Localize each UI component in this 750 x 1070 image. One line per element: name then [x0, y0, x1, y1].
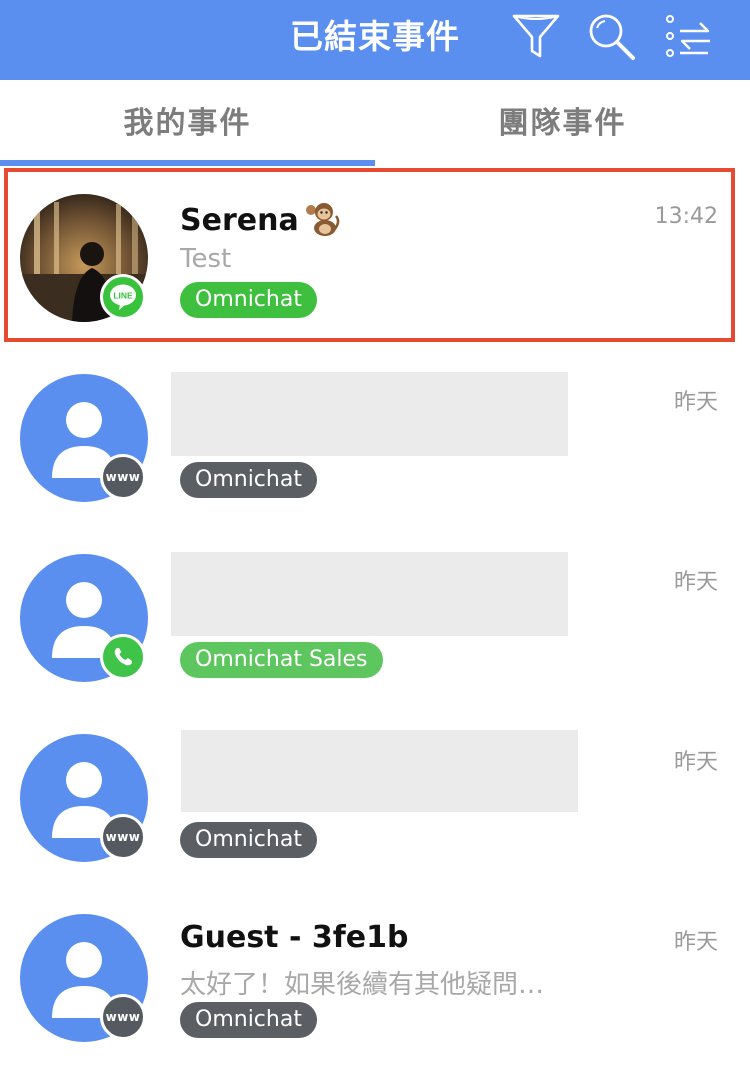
filter-icon[interactable] [510, 10, 562, 62]
timestamp: 昨天 [673, 570, 718, 595]
web-icon: www [100, 994, 146, 1040]
conversation-row[interactable]: www 昨天 Omnichat [0, 710, 750, 890]
channel-tag: Omnichat [180, 1002, 317, 1038]
web-icon: www [100, 454, 146, 500]
conversation-row[interactable]: LINE Serena Test 13:42 Omnichat [0, 170, 750, 350]
tab-my-events[interactable]: 我的事件 [0, 80, 375, 166]
whatsapp-icon [100, 634, 146, 680]
contact-name: Serena [180, 200, 341, 238]
channel-tag: Omnichat [180, 282, 317, 318]
timestamp: 13:42 [654, 204, 718, 229]
tab-bar: 我的事件 團隊事件 [0, 80, 750, 166]
channel-tag: Omnichat [180, 822, 317, 858]
redacted-content [181, 730, 578, 812]
monkey-emoji-icon [301, 200, 341, 236]
timestamp: 昨天 [673, 750, 718, 775]
tab-team-events[interactable]: 團隊事件 [375, 80, 750, 166]
timestamp: 昨天 [673, 930, 718, 955]
conversation-row[interactable]: www Guest - 3fe1b 太好了！如果後續有其他疑問… 昨天 Omni… [0, 890, 750, 1070]
redacted-content [171, 372, 568, 456]
channel-tag: Omnichat Sales [180, 642, 383, 678]
line-icon: LINE [100, 274, 146, 320]
sort-settings-icon[interactable] [662, 10, 714, 62]
contact-name: Guest - 3fe1b [180, 920, 409, 955]
svg-text:LINE: LINE [113, 291, 133, 301]
search-icon[interactable] [585, 10, 637, 62]
channel-tag: Omnichat [180, 462, 317, 498]
redacted-content [171, 552, 568, 636]
page-title: 已結束事件 [290, 17, 460, 56]
conversation-row[interactable]: www 昨天 Omnichat [0, 350, 750, 530]
message-preview: 太好了！如果後續有其他疑問… [180, 970, 545, 1000]
timestamp: 昨天 [673, 390, 718, 415]
conversation-row[interactable]: 昨天 Omnichat Sales [0, 530, 750, 710]
message-preview: Test [180, 244, 232, 274]
web-icon: www [100, 814, 146, 860]
app-header: 已結束事件 [0, 0, 750, 80]
active-tab-indicator [0, 160, 375, 166]
